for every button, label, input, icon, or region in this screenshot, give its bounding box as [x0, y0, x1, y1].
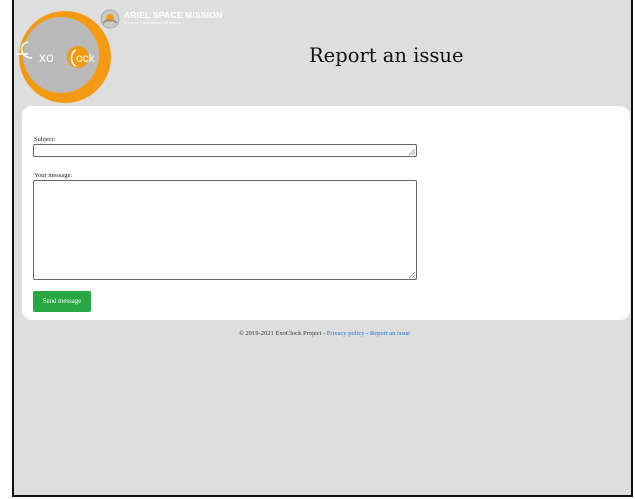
- report-form-card: Subject: Your message: Send message: [22, 106, 630, 320]
- page-title: Report an issue: [309, 44, 464, 67]
- page-frame: xo ock ARIEL SPACE MISSION European Spac…: [12, 0, 633, 497]
- send-message-button[interactable]: Send message: [33, 291, 91, 312]
- message-label: Your message:: [34, 172, 73, 179]
- report-issue-link[interactable]: Report an issue: [370, 330, 410, 337]
- ariel-subtitle: European Space Agency M4 Mission: [124, 21, 182, 25]
- ariel-title: ARIEL SPACE MISSION: [124, 10, 223, 20]
- footer-copyright: © 2019-2021 ExoClock Project -: [238, 330, 327, 337]
- logo-text-xo: xo: [39, 49, 54, 65]
- privacy-policy-link[interactable]: Privacy policy: [327, 330, 365, 337]
- subject-field[interactable]: [33, 144, 417, 157]
- ariel-mission-logo[interactable]: ARIEL SPACE MISSION European Space Agenc…: [100, 8, 260, 34]
- logo-text-ock: ock: [76, 51, 95, 65]
- resize-grip-icon[interactable]: [409, 272, 415, 278]
- subject-label: Subject:: [34, 136, 56, 143]
- ariel-emblem-icon: [100, 9, 120, 29]
- message-textarea[interactable]: [33, 180, 417, 280]
- resize-grip-icon[interactable]: [409, 149, 415, 155]
- footer: © 2019-2021 ExoClock Project - Privacy p…: [14, 330, 631, 337]
